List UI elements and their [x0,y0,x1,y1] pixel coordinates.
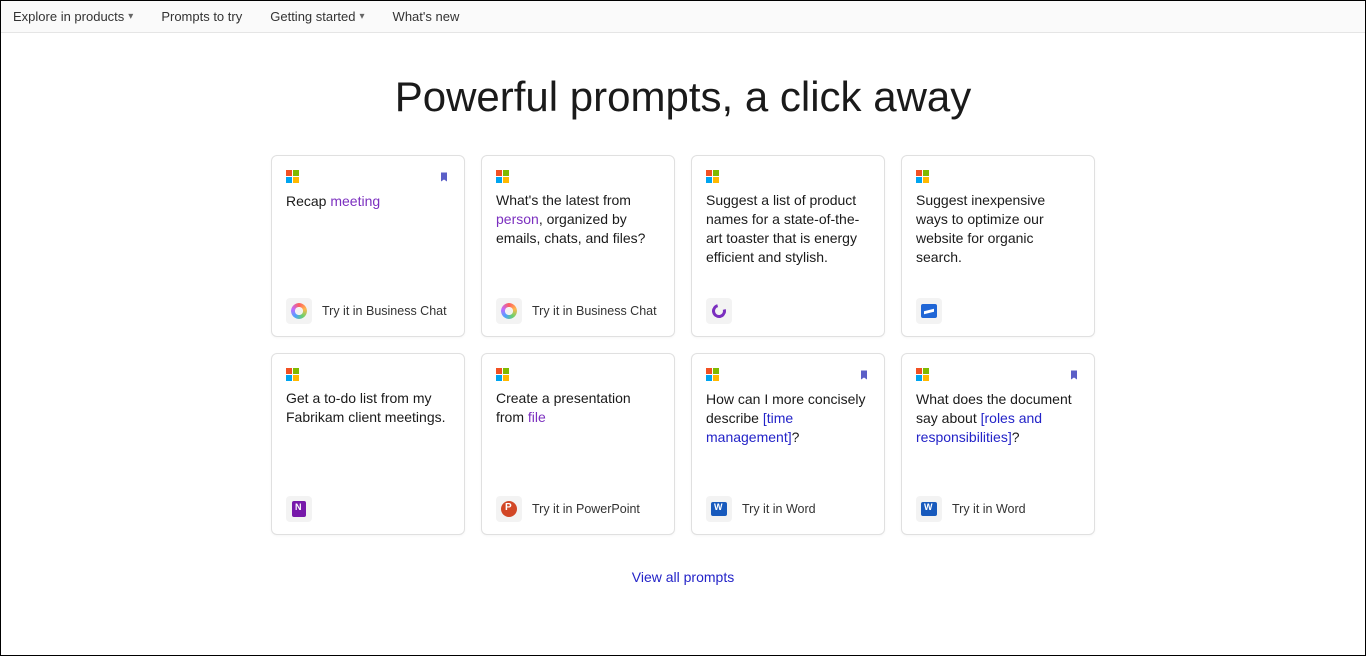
card-footer: Try it in PowerPoint [496,496,660,522]
microsoft-logo-icon [706,170,719,183]
prompt-card[interactable]: What does the document say about [roles … [901,353,1095,535]
chevron-down-icon: ▾ [128,11,133,22]
try-in-label[interactable]: Try it in Business Chat [322,304,447,318]
prompt-text: What's the latest from person, organized… [496,191,660,248]
card-footer: Try it in Word [916,496,1080,522]
nav-whats-new-label: What's new [393,9,460,24]
microsoft-logo-icon [286,170,299,183]
card-top-row [706,368,870,382]
bookmark-icon[interactable] [1068,368,1080,382]
prompt-card[interactable]: What's the latest from person, organized… [481,155,675,337]
prompt-text: Suggest inexpensive ways to optimize our… [916,191,1080,267]
microsoft-logo-icon [916,368,929,381]
try-in-label[interactable]: Try it in Business Chat [532,304,657,318]
prompt-post: ? [792,429,800,445]
bookmark-icon[interactable] [438,170,450,184]
card-footer: Try it in Business Chat [496,298,660,324]
card-footer: Try it in Word [706,496,870,522]
onenote-app-icon [286,496,312,522]
prompt-pre: Recap [286,193,330,209]
prompt-text: Recap meeting [286,192,450,211]
prompt-post: ? [1012,429,1020,445]
top-nav: Explore in products ▾ Prompts to try Get… [1,1,1365,33]
nav-explore[interactable]: Explore in products ▾ [13,9,133,24]
prompt-highlight: meeting [330,193,380,209]
try-in-label[interactable]: Try it in Word [742,502,816,516]
try-in-label[interactable]: Try it in PowerPoint [532,502,640,516]
microsoft-logo-icon [706,368,719,381]
card-top-row [286,368,450,381]
prompt-card[interactable]: How can I more concisely describe [time … [691,353,885,535]
prompt-pre: Suggest a list of product names for a st… [706,192,859,265]
card-top-row [496,170,660,183]
page-headline: Powerful prompts, a click away [1,73,1365,121]
nav-getting-started[interactable]: Getting started ▾ [270,9,364,24]
microsoft-logo-icon [496,170,509,183]
card-top-row [916,170,1080,183]
prompt-highlight: person [496,211,539,227]
prompt-highlight: file [528,409,546,425]
word-app-icon [916,496,942,522]
card-footer [916,298,1080,324]
chevron-down-icon: ▾ [360,11,365,22]
nav-whats-new[interactable]: What's new [393,9,460,24]
prompt-grid: Recap meeting Try it in Business Chat What… [1,155,1365,535]
whiteboard-app-icon [916,298,942,324]
prompt-card[interactable]: Recap meeting Try it in Business Chat [271,155,465,337]
chat-app-icon [496,298,522,324]
view-all-prompts-link[interactable]: View all prompts [1,569,1365,585]
nav-prompts[interactable]: Prompts to try [161,9,242,24]
prompt-card[interactable]: Suggest inexpensive ways to optimize our… [901,155,1095,337]
bookmark-icon[interactable] [858,368,870,382]
nav-explore-label: Explore in products [13,9,124,24]
prompt-text: Create a presentation from file [496,389,660,427]
main-content: Powerful prompts, a click away Recap mee… [1,33,1365,585]
try-in-label[interactable]: Try it in Word [952,502,1026,516]
prompt-card[interactable]: Create a presentation from file Try it in… [481,353,675,535]
prompt-text: What does the document say about [roles … [916,390,1080,447]
prompt-pre: What's the latest from [496,192,631,208]
loop-app-icon [706,298,732,324]
prompt-text: Suggest a list of product names for a st… [706,191,870,267]
card-top-row [286,170,450,184]
microsoft-logo-icon [916,170,929,183]
card-footer [286,496,450,522]
prompt-card[interactable]: Suggest a list of product names for a st… [691,155,885,337]
chat-app-icon [286,298,312,324]
microsoft-logo-icon [496,368,509,381]
prompt-card[interactable]: Get a to-do list from my Fabrikam client… [271,353,465,535]
card-top-row [706,170,870,183]
prompt-pre: Get a to-do list from my Fabrikam client… [286,390,446,425]
ppt-app-icon [496,496,522,522]
prompt-pre: Create a presentation from [496,390,631,425]
card-top-row [916,368,1080,382]
microsoft-logo-icon [286,368,299,381]
prompt-pre: Suggest inexpensive ways to optimize our… [916,192,1045,265]
card-footer: Try it in Business Chat [286,298,450,324]
prompt-text: How can I more concisely describe [time … [706,390,870,447]
prompt-text: Get a to-do list from my Fabrikam client… [286,389,450,427]
nav-prompts-label: Prompts to try [161,9,242,24]
nav-getting-started-label: Getting started [270,9,355,24]
card-footer [706,298,870,324]
word-app-icon [706,496,732,522]
card-top-row [496,368,660,381]
